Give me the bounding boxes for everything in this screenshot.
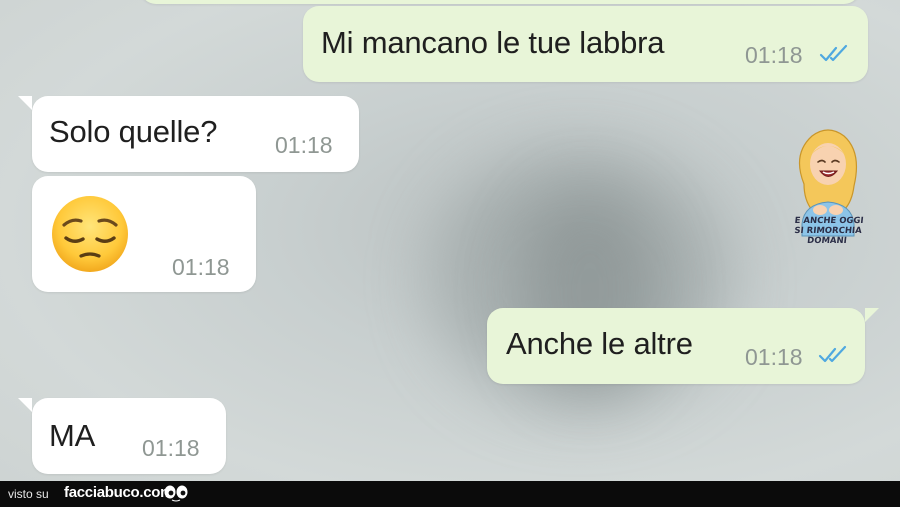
sticker-caption-line: si rimorchia domani — [793, 226, 863, 246]
message-bubble-incoming[interactable]: MA 01:18 — [32, 398, 226, 474]
sticker-caption-line: E anche oggi — [794, 216, 865, 226]
message-bubble-outgoing[interactable]: Mi mancano le tue labbra 01:18 — [303, 6, 868, 82]
message-text: Anche le altre — [506, 326, 693, 361]
bubble-tail — [18, 96, 32, 110]
sticker-caption: E anche oggi si rimorchia domani — [774, 216, 881, 246]
message-text: Solo quelle? — [49, 114, 218, 149]
message-time: 01:18 — [172, 254, 230, 280]
message-time: 01:18 — [142, 435, 200, 461]
message-bubble-incoming[interactable]: Solo quelle? 01:18 — [32, 96, 359, 172]
bubble-tail — [865, 308, 879, 322]
footer-brand-link[interactable]: facciabuco.com — [64, 484, 173, 501]
eyes-logo-icon — [164, 485, 188, 502]
read-receipt-icon — [818, 345, 847, 363]
read-receipt-icon — [819, 44, 848, 62]
message-text: Mi mancano le tue labbra — [321, 25, 665, 60]
previous-message-bubble[interactable] — [140, 0, 860, 4]
footer-prefix: visto su — [8, 487, 49, 501]
message-time: 01:18 — [745, 42, 803, 68]
message-time: 01:18 — [745, 344, 803, 370]
chat-area: Mi mancano le tue labbra 01:18 Solo quel… — [0, 0, 900, 481]
watermark-footer: visto su facciabuco.com — [0, 481, 900, 507]
bubble-tail — [18, 398, 32, 412]
pensive-face-icon — [52, 196, 128, 272]
message-bubble-outgoing[interactable]: Anche le altre 01:18 — [487, 308, 865, 384]
message-bubble-incoming[interactable]: 01:18 — [32, 176, 256, 292]
message-time: 01:18 — [275, 132, 333, 158]
message-text: MA — [49, 418, 96, 453]
